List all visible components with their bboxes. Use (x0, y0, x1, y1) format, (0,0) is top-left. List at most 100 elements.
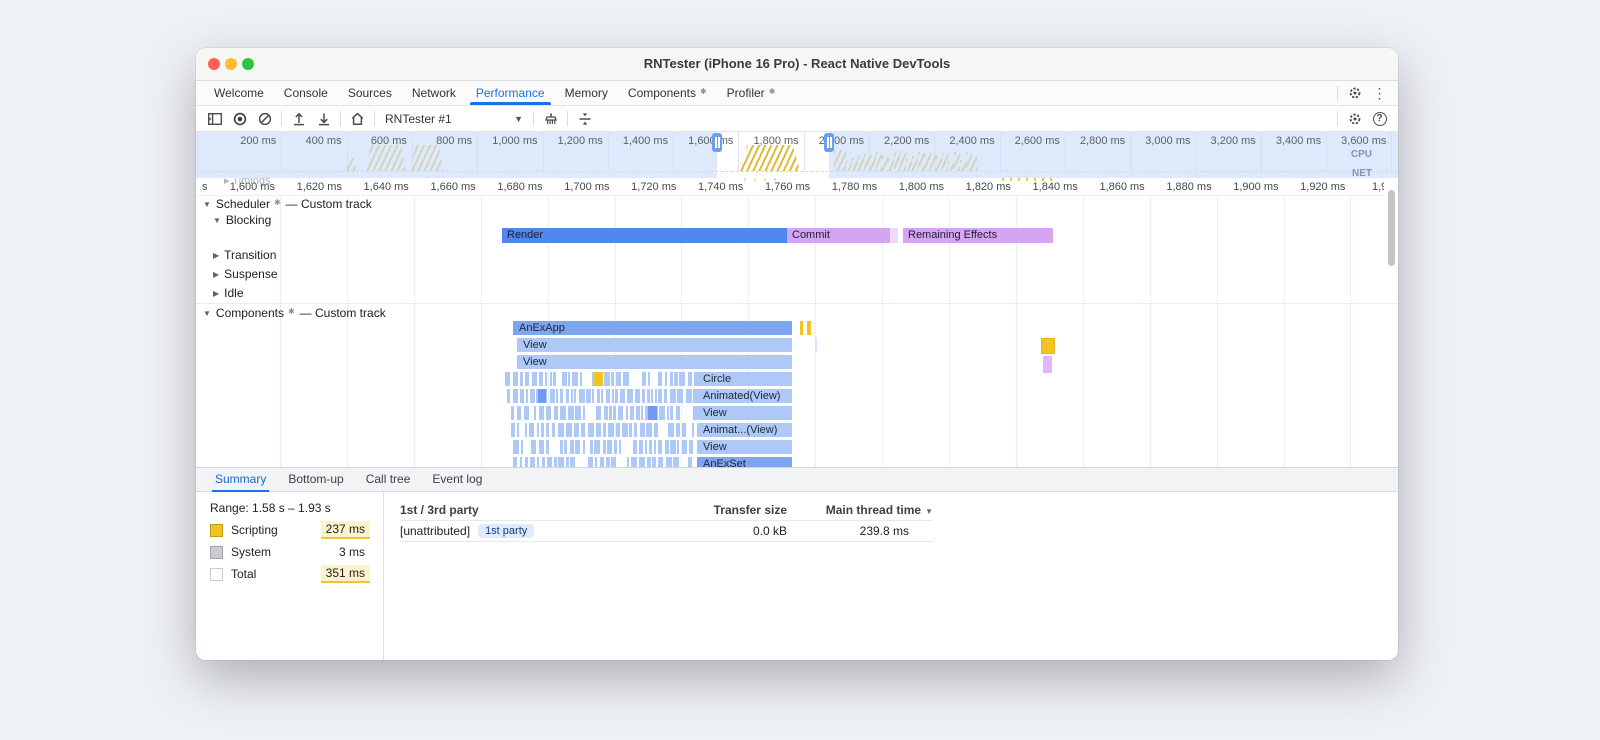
flame-sliver[interactable] (676, 389, 683, 403)
flame-sliver[interactable] (651, 389, 654, 403)
component-bar[interactable]: View (517, 338, 792, 352)
timeline-overview[interactable]: 200 ms 400 ms 600 ms 800 ms 1,000 ms 1,200 ms… (196, 132, 1398, 178)
collect-garbage-icon[interactable] (538, 108, 563, 130)
clear-icon[interactable] (252, 108, 277, 130)
flame-sliver[interactable] (582, 440, 585, 454)
flame-sliver[interactable] (580, 372, 583, 386)
flame-sliver[interactable] (551, 423, 555, 437)
flame-sliver[interactable] (517, 423, 520, 437)
flame-sliver[interactable] (618, 440, 621, 454)
flame-sliver[interactable] (649, 440, 653, 454)
flame-sliver[interactable] (568, 372, 571, 386)
flame-sliver[interactable] (511, 406, 514, 420)
flame-sliver[interactable] (679, 372, 686, 386)
flame-sliver[interactable] (524, 423, 527, 437)
flame-sliver[interactable] (681, 440, 687, 454)
flame-sliver[interactable] (606, 389, 611, 403)
flame-sliver[interactable] (505, 372, 510, 386)
record-icon[interactable] (227, 108, 252, 130)
flame-sliver[interactable] (675, 406, 680, 420)
flame-sliver[interactable] (537, 457, 540, 467)
flame-sliver[interactable] (634, 423, 638, 437)
load-profile-icon[interactable] (286, 108, 311, 130)
flame-sliver[interactable] (601, 389, 604, 403)
flame-sliver[interactable] (639, 423, 645, 437)
flame-sliver[interactable] (667, 406, 670, 420)
flame-sliver[interactable] (572, 372, 579, 386)
flame-sliver[interactable] (594, 372, 603, 386)
flame-sliver[interactable] (560, 389, 564, 403)
scheduler-lane[interactable]: ▶ Idle (213, 286, 244, 300)
flame-sliver[interactable] (632, 440, 637, 454)
analysis-tab[interactable]: Summary (204, 468, 277, 492)
event-bar[interactable]: Render (502, 228, 787, 243)
devtools-tab[interactable]: Performance ✱ (466, 81, 555, 105)
flame-sliver[interactable] (519, 457, 522, 467)
flame-sliver[interactable] (553, 406, 558, 420)
flame-sliver[interactable] (669, 372, 673, 386)
flame-sliver[interactable] (507, 389, 510, 403)
flame-sliver[interactable] (685, 389, 692, 403)
home-icon[interactable] (345, 108, 370, 130)
timeline-ruler[interactable]: ▸ Timings s 1,600 ms 1,620 ms 1,640 ms 1,66… (196, 178, 1384, 196)
flame-sliver[interactable] (605, 457, 610, 467)
flame-sliver[interactable] (654, 423, 659, 437)
devtools-tab[interactable]: Memory ✱ (555, 81, 618, 105)
flame-sliver[interactable] (657, 389, 662, 403)
col-transfer-header[interactable]: Transfer size (667, 503, 787, 517)
flame-sliver[interactable] (521, 440, 524, 454)
flame-sliver[interactable] (603, 440, 607, 454)
flame-sliver[interactable] (670, 406, 674, 420)
flame-sliver[interactable] (615, 389, 619, 403)
capture-settings-gear-icon[interactable] (1342, 108, 1367, 130)
flame-sliver[interactable] (562, 372, 568, 386)
flame-sliver[interactable] (582, 406, 585, 420)
flame-sliver[interactable] (574, 389, 577, 403)
flame-sliver[interactable] (641, 406, 644, 420)
flame-sliver[interactable] (541, 457, 545, 467)
flame-sliver[interactable] (573, 423, 579, 437)
flame-sliver[interactable] (546, 457, 552, 467)
devtools-tab[interactable]: Components ✱ (618, 81, 717, 105)
flame-sliver[interactable] (608, 423, 614, 437)
flame-sliver[interactable] (625, 406, 628, 420)
target-select[interactable]: RNTester #1 ▼ (379, 112, 529, 126)
flame-sliver[interactable] (545, 423, 549, 437)
flame-sliver[interactable] (544, 372, 547, 386)
close-button[interactable] (208, 58, 220, 70)
flame-sliver[interactable] (618, 406, 624, 420)
flame-sliver[interactable] (647, 372, 650, 386)
flame-sliver[interactable] (594, 440, 601, 454)
flame-sliver[interactable] (578, 389, 585, 403)
flame-sliver[interactable] (532, 372, 538, 386)
flame-sliver[interactable] (611, 372, 615, 386)
flame-sliver[interactable] (595, 457, 598, 467)
flame-sliver[interactable] (565, 457, 569, 467)
component-bar[interactable]: AnExApp (513, 321, 792, 335)
flame-sliver[interactable] (610, 457, 616, 467)
flame-sliver[interactable] (639, 440, 644, 454)
flame-sliver[interactable] (516, 406, 521, 420)
more-menu-icon[interactable]: ⋮ (1367, 82, 1392, 104)
selection-handle-right[interactable] (824, 133, 834, 152)
flame-sliver[interactable] (800, 321, 803, 335)
short-commit-event[interactable] (1043, 356, 1052, 373)
minimize-button[interactable] (225, 58, 237, 70)
flame-sliver[interactable] (530, 440, 536, 454)
flame-sliver[interactable] (675, 423, 680, 437)
flame-sliver[interactable] (807, 321, 811, 335)
col-time-header[interactable]: Main thread time ▼ (787, 503, 933, 517)
flame-sliver[interactable] (611, 389, 614, 403)
flame-sliver[interactable] (608, 406, 612, 420)
col-party-header[interactable]: 1st / 3rd party (400, 503, 667, 517)
flame-sliver[interactable] (622, 372, 629, 386)
flame-sliver[interactable] (529, 423, 535, 437)
flame-sliver[interactable] (673, 372, 678, 386)
scheduler-lane[interactable]: ▶ Suspense (213, 267, 278, 281)
flame-sliver[interactable] (664, 440, 669, 454)
component-bar[interactable]: Animated(View) (697, 389, 792, 403)
flame-sliver[interactable] (513, 440, 519, 454)
flame-sliver[interactable] (642, 389, 646, 403)
component-bar[interactable]: View (697, 440, 792, 454)
zoom-button[interactable] (242, 58, 254, 70)
